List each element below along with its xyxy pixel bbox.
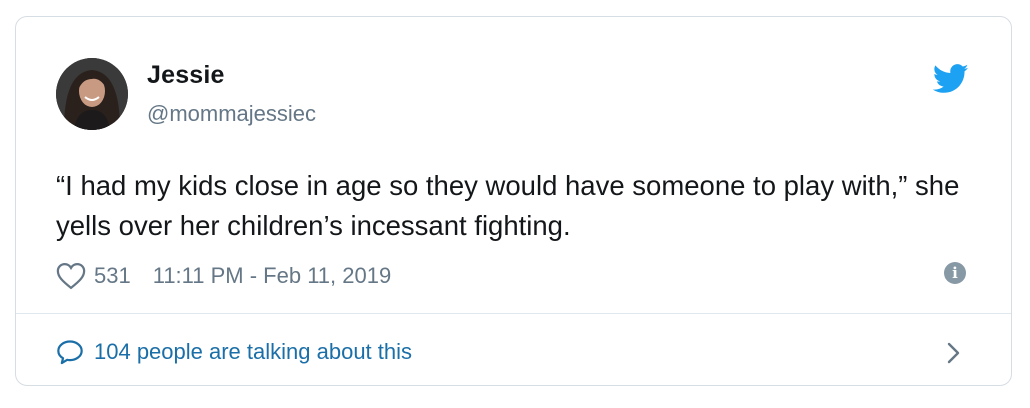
twitter-bird-icon[interactable] [933, 64, 969, 94]
speech-bubble-icon [57, 340, 83, 365]
timestamp[interactable]: 11:11 PM - Feb 11, 2019 [153, 263, 391, 289]
tweet-card[interactable]: Jessie @mommajessiec “I had my kids clos… [15, 16, 1012, 386]
like-count[interactable]: 531 [94, 263, 131, 289]
talking-link[interactable]: 104 people are talking about this [56, 336, 976, 368]
heart-icon[interactable] [56, 262, 86, 290]
author-handle[interactable]: @mommajessiec [147, 101, 316, 127]
divider [16, 313, 1011, 314]
talking-text[interactable]: 104 people are talking about this [94, 339, 412, 365]
chevron-right-icon[interactable] [946, 341, 962, 365]
tweet-text: “I had my kids close in age so they woul… [56, 170, 960, 241]
tweet-meta: 531 11:11 PM - Feb 11, 2019 [56, 260, 391, 292]
info-icon[interactable]: i [944, 262, 966, 284]
author-name[interactable]: Jessie [147, 61, 225, 90]
avatar[interactable] [56, 58, 128, 130]
